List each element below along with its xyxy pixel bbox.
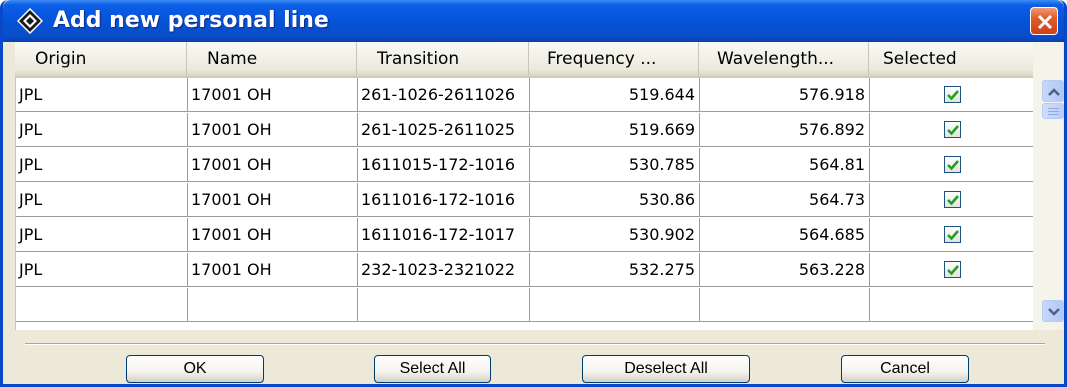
grip-line bbox=[1048, 114, 1059, 115]
cell-origin: JPL bbox=[16, 148, 188, 181]
cell-empty bbox=[16, 288, 188, 321]
app-diamond-icon bbox=[16, 7, 44, 35]
vertical-scrollbar[interactable] bbox=[1033, 42, 1064, 330]
cell-origin: JPL bbox=[16, 113, 188, 146]
cell-selected[interactable] bbox=[870, 253, 1033, 286]
cell-frequency: 519.669 bbox=[530, 113, 700, 146]
cell-name: 17001 OH bbox=[188, 183, 358, 216]
cell-transition: 1611015-172-1016 bbox=[358, 148, 530, 181]
cancel-button[interactable]: Cancel bbox=[841, 355, 969, 383]
column-header-selected[interactable]: Selected bbox=[869, 42, 1035, 76]
cell-wavelength: 564.685 bbox=[700, 218, 870, 251]
cell-transition: 261-1026-2611026 bbox=[358, 78, 530, 111]
cell-name: 17001 OH bbox=[188, 78, 358, 111]
selected-checkbox[interactable] bbox=[944, 121, 961, 138]
table-row[interactable]: JPL 17001 OH 261-1025-2611025 519.669 576.89… bbox=[16, 113, 1033, 147]
table-row-partial bbox=[16, 288, 1033, 322]
cell-frequency: 530.902 bbox=[530, 218, 700, 251]
cell-name: 17001 OH bbox=[188, 148, 358, 181]
lines-table: JPL 17001 OH 261-1026-2611026 519.644 576.91… bbox=[15, 78, 1033, 330]
scroll-up-button[interactable] bbox=[1042, 80, 1064, 102]
check-icon bbox=[947, 265, 959, 276]
cell-transition: 1611016-172-1017 bbox=[358, 218, 530, 251]
selected-checkbox[interactable] bbox=[944, 156, 961, 173]
column-header-name[interactable]: Name bbox=[187, 42, 357, 76]
cell-selected[interactable] bbox=[870, 148, 1033, 181]
cell-wavelength: 564.73 bbox=[700, 183, 870, 216]
close-button[interactable] bbox=[1030, 7, 1058, 35]
cell-wavelength: 576.892 bbox=[700, 113, 870, 146]
chevron-up-icon bbox=[1048, 88, 1060, 96]
check-icon bbox=[947, 160, 959, 171]
table-row[interactable]: JPL 17001 OH 1611016-172-1017 530.902 564.68… bbox=[16, 218, 1033, 252]
cell-name: 17001 OH bbox=[188, 218, 358, 251]
cell-transition: 1611016-172-1016 bbox=[358, 183, 530, 216]
cell-wavelength: 563.228 bbox=[700, 253, 870, 286]
title-bar[interactable]: Add new personal line bbox=[3, 0, 1064, 42]
cell-selected[interactable] bbox=[870, 113, 1033, 146]
table-row[interactable]: JPL 17001 OH 1611015-172-1016 530.785 564.81 bbox=[16, 148, 1033, 182]
table-row[interactable]: JPL 17001 OH 232-1023-2321022 532.275 563.22… bbox=[16, 253, 1033, 287]
selected-checkbox[interactable] bbox=[944, 261, 961, 278]
button-separator bbox=[25, 343, 1045, 345]
check-icon bbox=[947, 90, 959, 101]
check-icon bbox=[947, 230, 959, 241]
cell-name: 17001 OH bbox=[188, 113, 358, 146]
table-row[interactable]: JPL 17001 OH 1611016-172-1016 530.86 564.73 bbox=[16, 183, 1033, 217]
ok-button[interactable]: OK bbox=[126, 355, 264, 383]
cell-selected[interactable] bbox=[870, 218, 1033, 251]
cell-empty bbox=[188, 288, 358, 321]
chevron-down-icon bbox=[1048, 308, 1060, 316]
column-header-origin[interactable]: Origin bbox=[15, 42, 187, 76]
dialog-window: Add new personal line Origin Name Transi… bbox=[0, 0, 1067, 387]
cell-name: 17001 OH bbox=[188, 253, 358, 286]
window-title: Add new personal line bbox=[53, 8, 329, 33]
cell-origin: JPL bbox=[16, 253, 188, 286]
selected-checkbox[interactable] bbox=[944, 226, 961, 243]
cell-selected[interactable] bbox=[870, 78, 1033, 111]
scroll-down-button[interactable] bbox=[1042, 300, 1064, 322]
grip-line bbox=[1048, 108, 1059, 109]
selected-checkbox[interactable] bbox=[944, 191, 961, 208]
cell-frequency: 530.785 bbox=[530, 148, 700, 181]
cell-empty bbox=[530, 288, 700, 321]
cell-transition: 232-1023-2321022 bbox=[358, 253, 530, 286]
selected-checkbox[interactable] bbox=[944, 86, 961, 103]
cell-wavelength: 576.918 bbox=[700, 78, 870, 111]
table-header: Origin Name Transition Frequency ... Wav… bbox=[15, 42, 1035, 78]
cell-origin: JPL bbox=[16, 183, 188, 216]
column-header-wavelength[interactable]: Wavelength... bbox=[699, 42, 869, 76]
cell-frequency: 519.644 bbox=[530, 78, 700, 111]
grip-line bbox=[1048, 111, 1059, 112]
check-icon bbox=[947, 125, 959, 136]
cell-transition: 261-1025-2611025 bbox=[358, 113, 530, 146]
cell-frequency: 530.86 bbox=[530, 183, 700, 216]
column-header-frequency[interactable]: Frequency ... bbox=[529, 42, 699, 76]
scroll-thumb[interactable] bbox=[1042, 103, 1064, 119]
check-icon bbox=[947, 195, 959, 206]
close-icon bbox=[1037, 14, 1053, 30]
select-all-button[interactable]: Select All bbox=[374, 355, 491, 383]
cell-empty bbox=[700, 288, 870, 321]
cell-selected[interactable] bbox=[870, 183, 1033, 216]
table-row[interactable]: JPL 17001 OH 261-1026-2611026 519.644 576.91… bbox=[16, 78, 1033, 112]
cell-empty bbox=[358, 288, 530, 321]
deselect-all-button[interactable]: Deselect All bbox=[582, 355, 750, 383]
cell-frequency: 532.275 bbox=[530, 253, 700, 286]
cell-empty bbox=[870, 288, 1033, 321]
cell-wavelength: 564.81 bbox=[700, 148, 870, 181]
column-header-transition[interactable]: Transition bbox=[357, 42, 529, 76]
cell-origin: JPL bbox=[16, 218, 188, 251]
cell-origin: JPL bbox=[16, 78, 188, 111]
